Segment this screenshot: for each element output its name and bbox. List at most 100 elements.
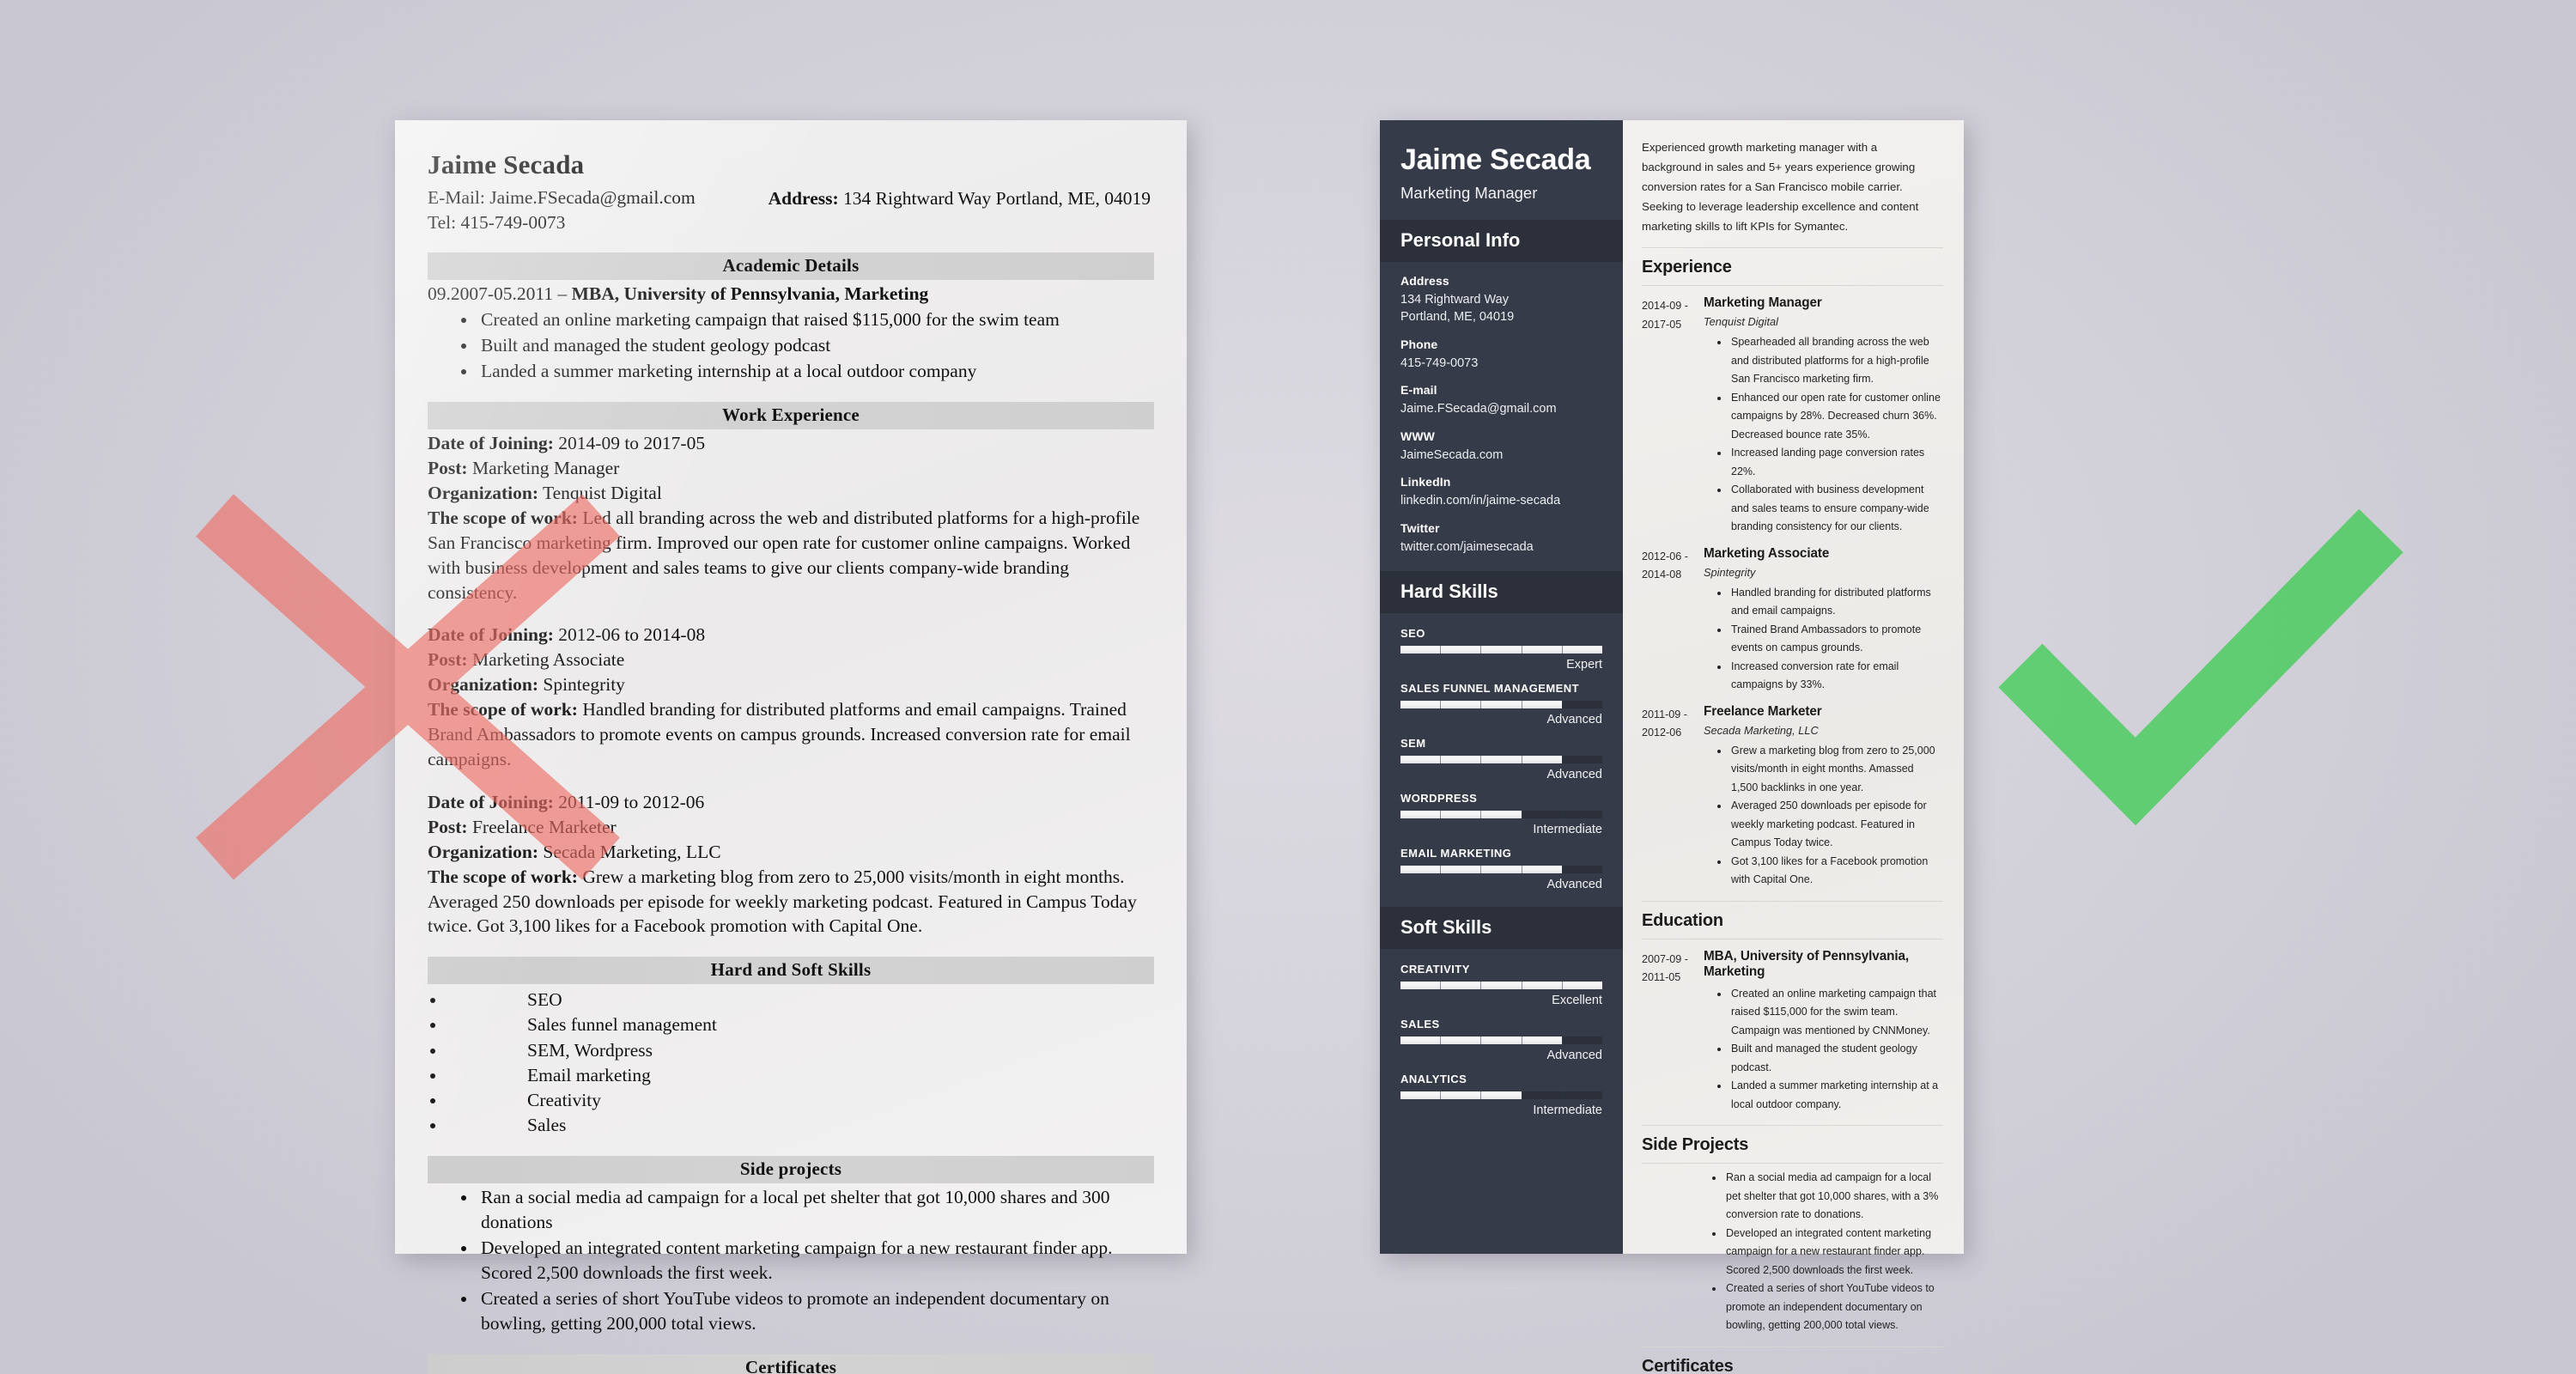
good-education-body: MBA, University of Pennsylvania, Marketi…	[1704, 949, 1943, 1115]
good-resume-role: Marketing Manager	[1400, 184, 1538, 203]
bad-job-scope-label: The scope of work:	[428, 699, 578, 720]
soft-skill-bar	[1400, 1091, 1602, 1100]
sidebar-heading-soft-skills: Soft Skills	[1380, 907, 1623, 950]
hard-skill-name: EMAIL MARKETING	[1400, 847, 1512, 860]
soft-skill-name: CREATIVITY	[1400, 963, 1470, 976]
bar-tick	[1563, 646, 1602, 654]
bad-resume-tel: Tel: 415-749-0073	[428, 211, 566, 233]
hard-skill-row: EMAIL MARKETING Advanced	[1400, 847, 1602, 891]
bad-academic-degree-line: 09.2007-05.2011 – MBA, University of Pen…	[428, 282, 1154, 307]
personal-info-value: 415-749-0073	[1400, 356, 1479, 370]
good-experience-date: 2012-06 -2014-08	[1642, 550, 1688, 581]
soft-skill-name: SALES	[1400, 1018, 1440, 1031]
bar-tick	[1522, 701, 1563, 709]
good-experience-bullet: Increased landing page conversion rates …	[1729, 444, 1943, 481]
good-experience-bullet: Averaged 250 downloads per episode for w…	[1729, 797, 1943, 853]
bad-skill-item: Sales funnel management	[447, 1012, 1154, 1037]
soft-skill-level: Excellent	[1552, 994, 1602, 1008]
good-education-title: MBA, University of Pennsylvania, Marketi…	[1704, 948, 1910, 979]
soft-skill-row: CREATIVITY Excellent	[1400, 963, 1602, 1007]
good-education-bullet-list: Created an online marketing campaign tha…	[1729, 985, 1943, 1115]
bad-job-post: Post: Marketing Associate	[428, 649, 625, 671]
bar-tick	[1481, 756, 1522, 764]
soft-skill-bar-ticks	[1400, 982, 1602, 990]
bar-tick	[1481, 1037, 1522, 1045]
bad-skill-item: Sales	[447, 1113, 1154, 1138]
hard-skill-level: Advanced	[1546, 878, 1603, 892]
personal-info-label: LinkedIn	[1400, 475, 1451, 489]
bad-job-date: Date of Joining: 2012-06 to 2014-08	[428, 624, 706, 646]
good-side-project-bullet: Ran a social media ad campaign for a loc…	[1724, 1169, 1943, 1225]
good-experience-title: Marketing Associate	[1704, 545, 1830, 561]
bad-job-organization: Organization: Secada Marketing, LLC	[428, 841, 721, 862]
soft-skill-row: ANALYTICS Intermediate	[1400, 1073, 1602, 1117]
bad-job-date-label: Date of Joining:	[428, 433, 554, 454]
hard-skill-level: Expert	[1566, 658, 1602, 672]
bad-section-heading-certificates: Certificates	[428, 1354, 1154, 1374]
good-education-bullet: Created an online marketing campaign tha…	[1729, 985, 1943, 1041]
soft-skill-name: ANALYTICS	[1400, 1073, 1467, 1086]
hard-skill-level: Intermediate	[1533, 823, 1602, 837]
bar-tick	[1481, 866, 1522, 874]
bad-work-job: Date of Joining: 2011-09 to 2012-06 Post:…	[428, 790, 1154, 939]
good-experience-bullet: Enhanced our open rate for customer onli…	[1729, 389, 1943, 445]
good-education-date: 2007-09 -2011-05	[1642, 952, 1688, 984]
bad-resume-name: Jaime Secada	[428, 149, 585, 179]
bar-tick	[1400, 866, 1442, 874]
bad-academic-bullet: Built and managed the student geology po…	[477, 333, 1154, 358]
personal-info-value: twitter.com/jaimesecada	[1400, 539, 1534, 554]
bad-job-post-label: Post:	[428, 816, 468, 837]
hard-skill-name: SEM	[1400, 737, 1426, 751]
bad-job-organization-label: Organization:	[428, 674, 538, 696]
sidebar-heading-personal-info: Personal Info	[1380, 220, 1623, 263]
bad-side-project-bullet: Created a series of short YouTube videos…	[477, 1286, 1154, 1336]
bad-skill-item: SEO	[447, 988, 1154, 1012]
bar-tick	[1522, 1091, 1563, 1100]
bad-job-spacer	[428, 772, 1154, 790]
good-experience-entry: 2011-09 -2012-06 Freelance Marketer Secada…	[1642, 704, 1943, 890]
hard-skill-bar	[1400, 756, 1602, 764]
hard-skill-name: WORDPRESS	[1400, 792, 1478, 806]
good-experience-date: 2011-09 -2012-06	[1642, 708, 1687, 739]
hard-skill-bar	[1400, 866, 1602, 874]
bar-tick	[1400, 982, 1442, 990]
bad-academic-date: 09.2007-05.2011 –	[428, 283, 572, 305]
bar-tick	[1522, 811, 1563, 819]
hard-skill-bar	[1400, 646, 1602, 654]
bar-tick	[1441, 756, 1482, 764]
hard-skill-bar-ticks	[1400, 646, 1602, 654]
good-experience-organization: Secada Marketing, LLC	[1704, 723, 1819, 737]
bar-tick	[1522, 866, 1563, 874]
good-side-project-bullet: Created a series of short YouTube videos…	[1724, 1280, 1943, 1335]
bar-tick	[1563, 982, 1602, 989]
bad-side-project-bullet: Developed an integrated content marketin…	[477, 1236, 1154, 1286]
good-heading-education: Education	[1642, 900, 1943, 939]
good-experience-date: 2014-09 -2017-05	[1642, 300, 1688, 331]
bad-section-heading-work: Work Experience	[428, 402, 1154, 430]
bad-job-organization-label: Organization:	[428, 482, 538, 503]
personal-info-label: E-mail	[1400, 383, 1437, 398]
bad-side-project-bullet: Ran a social media ad campaign for a loc…	[477, 1185, 1154, 1235]
good-side-project-list: Ran a social media ad campaign for a loc…	[1724, 1169, 1943, 1335]
sidebar-heading-hard-skills: Hard Skills	[1380, 571, 1623, 614]
bad-resume-address: Address: 134 Rightward Way Portland, ME,…	[769, 185, 1154, 211]
hard-skill-bar-ticks	[1400, 866, 1602, 874]
good-experience-bullet: Spearheaded all branding across the web …	[1729, 333, 1943, 389]
personal-info-field-list: Address 134 Rightward Way Portland, ME, 04…	[1380, 262, 1623, 556]
hard-skill-name: SALES FUNNEL MANAGEMENT	[1400, 682, 1580, 696]
bad-resume-contact-left: E-Mail: Jaime.FSecada@gmail.com Tel: 415…	[428, 185, 696, 234]
soft-skill-level: Advanced	[1546, 1049, 1603, 1063]
soft-skill-row: SALES Advanced	[1400, 1018, 1602, 1062]
bar-tick	[1522, 646, 1563, 654]
bar-tick	[1481, 1091, 1522, 1100]
bar-tick	[1481, 982, 1522, 990]
hard-skill-level: Advanced	[1546, 768, 1603, 782]
bad-job-post: Post: Freelance Marketer	[428, 816, 617, 837]
good-resume-main: Experienced growth marketing manager wit…	[1623, 120, 1964, 1374]
hard-skill-bar-ticks	[1400, 701, 1602, 709]
bar-tick	[1400, 1037, 1442, 1045]
personal-info-value: JaimeSecada.com	[1400, 447, 1504, 462]
bar-tick	[1441, 811, 1482, 819]
good-resume-card: Jaime Secada Marketing Manager Personal …	[1380, 120, 1964, 1374]
bad-academic-bullet: Created an online marketing campaign tha…	[477, 307, 1154, 332]
